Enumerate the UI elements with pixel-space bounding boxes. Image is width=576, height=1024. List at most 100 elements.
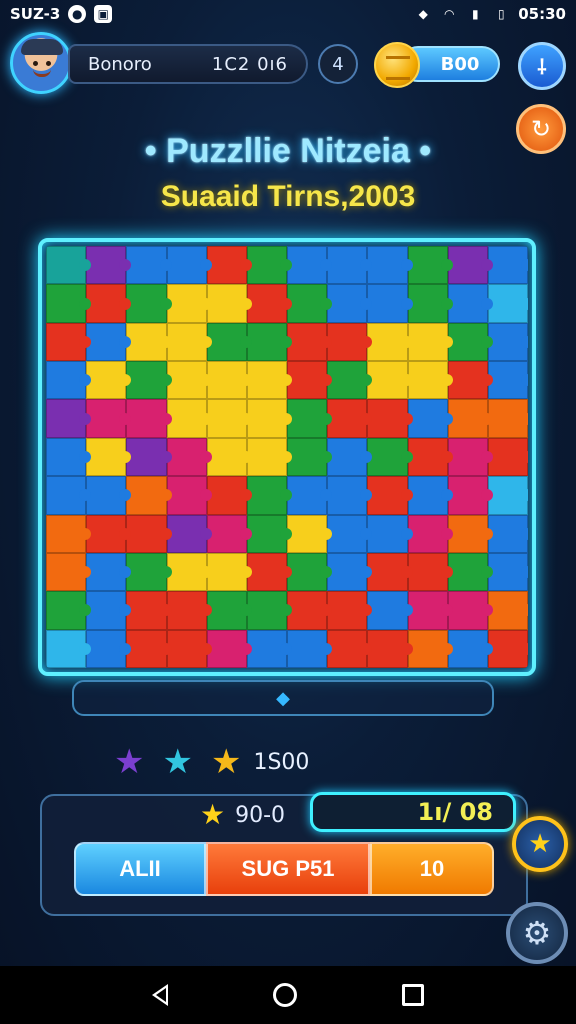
puzzle-piece[interactable] xyxy=(206,552,253,592)
puzzle-piece[interactable] xyxy=(367,476,413,515)
puzzle-piece[interactable] xyxy=(447,514,494,553)
settings-button[interactable]: ⸸ xyxy=(518,42,566,90)
puzzle-piece[interactable] xyxy=(367,629,413,668)
puzzle-piece[interactable] xyxy=(367,399,413,438)
puzzle-piece[interactable] xyxy=(166,629,212,668)
puzzle-piece[interactable] xyxy=(327,552,373,592)
puzzle-piece[interactable] xyxy=(246,629,293,668)
puzzle-piece[interactable] xyxy=(246,552,293,592)
puzzle-piece[interactable] xyxy=(126,514,172,553)
puzzle-piece[interactable] xyxy=(246,514,293,553)
puzzle-piece[interactable] xyxy=(287,284,333,323)
puzzle-piece[interactable] xyxy=(86,284,132,323)
puzzle-piece[interactable] xyxy=(246,399,293,438)
all-button[interactable]: ALΙI xyxy=(74,842,206,896)
puzzle-piece[interactable] xyxy=(327,322,373,362)
puzzle-piece[interactable] xyxy=(287,591,333,630)
puzzle-piece[interactable] xyxy=(487,514,528,553)
puzzle-piece[interactable] xyxy=(407,437,453,477)
puzzle-piece[interactable] xyxy=(407,552,453,592)
puzzle-piece[interactable] xyxy=(246,322,293,362)
puzzle-piece[interactable] xyxy=(367,322,413,362)
puzzle-piece[interactable] xyxy=(287,552,333,592)
puzzle-piece[interactable] xyxy=(447,399,494,438)
puzzle-piece[interactable] xyxy=(487,591,528,630)
puzzle-piece[interactable] xyxy=(246,591,293,630)
puzzle-piece[interactable] xyxy=(287,399,333,438)
puzzle-piece[interactable] xyxy=(327,399,373,438)
puzzle-piece[interactable] xyxy=(327,591,373,630)
puzzle-piece[interactable] xyxy=(287,514,333,553)
puzzle-piece[interactable] xyxy=(407,591,453,630)
puzzle-piece[interactable] xyxy=(447,361,494,400)
puzzle-piece[interactable] xyxy=(86,399,132,438)
puzzle-piece[interactable] xyxy=(487,629,528,668)
puzzle-piece[interactable] xyxy=(206,476,253,515)
puzzle-piece[interactable] xyxy=(46,552,92,592)
puzzle-piece[interactable] xyxy=(487,437,528,477)
puzzle-piece[interactable] xyxy=(487,361,528,400)
puzzle-piece[interactable] xyxy=(367,246,413,285)
puzzle-piece[interactable] xyxy=(126,476,172,515)
puzzle-piece[interactable] xyxy=(287,246,333,285)
puzzle-piece[interactable] xyxy=(287,476,333,515)
puzzle-piece[interactable] xyxy=(327,284,373,323)
puzzle-piece[interactable] xyxy=(487,399,528,438)
puzzle-piece[interactable] xyxy=(166,246,212,285)
puzzle-piece[interactable] xyxy=(166,514,212,553)
puzzle-piece[interactable] xyxy=(407,284,453,323)
recent-apps-icon[interactable] xyxy=(401,984,424,1006)
puzzle-piece[interactable] xyxy=(407,629,453,668)
puzzle-piece[interactable] xyxy=(407,322,453,362)
puzzle-piece[interactable] xyxy=(86,629,132,668)
puzzle-piece[interactable] xyxy=(126,591,172,630)
puzzle-piece[interactable] xyxy=(367,514,413,553)
puzzle-piece[interactable] xyxy=(407,399,453,438)
tray-arrow-icon[interactable]: ◆ xyxy=(276,688,290,709)
puzzle-piece[interactable] xyxy=(367,437,413,477)
puzzle-piece[interactable] xyxy=(166,552,212,592)
puzzle-piece[interactable] xyxy=(166,591,212,630)
puzzle-piece[interactable] xyxy=(327,476,373,515)
puzzle-piece[interactable] xyxy=(367,591,413,630)
puzzle-piece[interactable] xyxy=(206,591,253,630)
puzzle-piece[interactable] xyxy=(46,246,92,285)
puzzle-piece[interactable] xyxy=(86,361,132,400)
puzzle-piece[interactable] xyxy=(246,476,293,515)
puzzle-piece[interactable] xyxy=(206,322,253,362)
puzzle-piece[interactable] xyxy=(487,246,528,285)
puzzle-piece[interactable] xyxy=(407,476,453,515)
puzzle-piece[interactable] xyxy=(126,629,172,668)
puzzle-piece[interactable] xyxy=(327,361,373,400)
puzzle-piece[interactable] xyxy=(46,629,92,668)
puzzle-piece[interactable] xyxy=(447,476,494,515)
puzzle-piece[interactable] xyxy=(367,361,413,400)
puzzle-piece[interactable] xyxy=(86,437,132,477)
puzzle-piece[interactable] xyxy=(126,322,172,362)
puzzle-piece[interactable] xyxy=(487,476,528,515)
home-icon[interactable] xyxy=(272,983,297,1007)
coin-counter[interactable]: B00 xyxy=(372,40,502,88)
puzzle-piece[interactable] xyxy=(126,246,172,285)
puzzle-piece[interactable] xyxy=(206,629,253,668)
player-info-bar[interactable]: Bonoro 1C2 0ı6 xyxy=(68,44,308,84)
puzzle-piece[interactable] xyxy=(126,552,172,592)
suggest-button[interactable]: SUG P51 xyxy=(206,842,370,896)
puzzle-piece[interactable] xyxy=(206,246,253,285)
puzzle-piece[interactable] xyxy=(126,437,172,477)
puzzle-piece[interactable] xyxy=(166,361,212,400)
puzzle-piece[interactable] xyxy=(86,322,132,362)
puzzle-piece[interactable] xyxy=(447,437,494,477)
count-button[interactable]: 10 xyxy=(370,842,494,896)
puzzle-piece[interactable] xyxy=(126,361,172,400)
puzzle-piece[interactable] xyxy=(206,399,253,438)
puzzle-piece[interactable] xyxy=(447,552,494,592)
puzzle-piece[interactable] xyxy=(407,361,453,400)
puzzle-piece[interactable] xyxy=(367,284,413,323)
puzzle-piece[interactable] xyxy=(246,437,293,477)
puzzle-piece[interactable] xyxy=(206,361,253,400)
puzzle-piece[interactable] xyxy=(166,284,212,323)
puzzle-piece[interactable] xyxy=(46,399,92,438)
puzzle-piece[interactable] xyxy=(46,591,92,630)
puzzle-board[interactable] xyxy=(46,246,528,668)
